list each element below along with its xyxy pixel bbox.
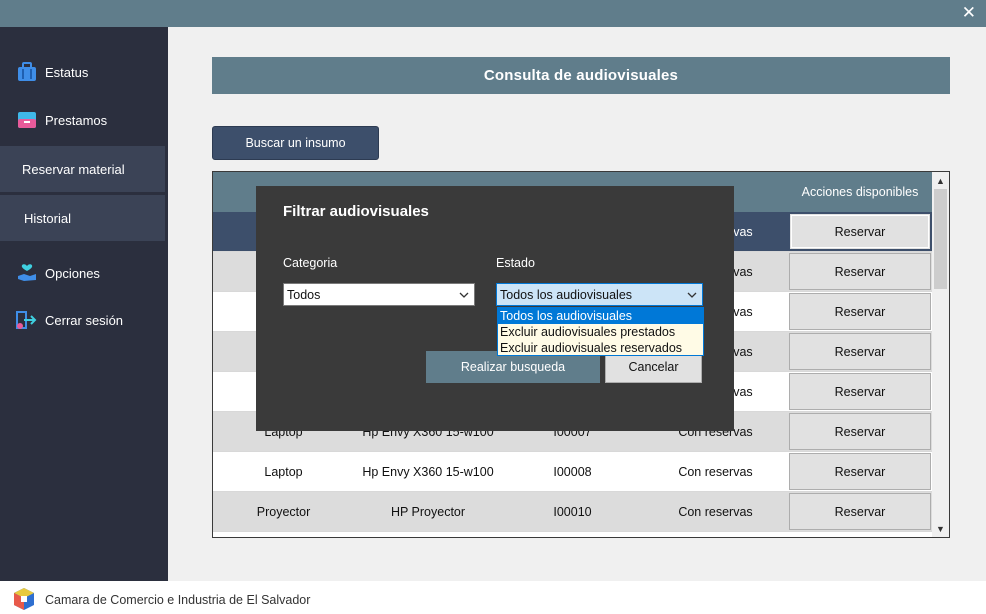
sidebar-item-label: Opciones bbox=[45, 265, 100, 281]
sidebar-item-label: Estatus bbox=[45, 64, 89, 80]
state-select[interactable]: Todos los audiovisuales bbox=[496, 283, 703, 306]
chevron-down-icon bbox=[459, 286, 469, 307]
table-cell: I00010 bbox=[553, 505, 592, 519]
reserve-button[interactable]: Reservar bbox=[789, 373, 931, 410]
chamber-logo-icon bbox=[12, 587, 36, 611]
briefcase-icon bbox=[16, 61, 38, 83]
table-cell: Hp Envy X360 15-w100 bbox=[362, 465, 494, 479]
logout-icon bbox=[16, 309, 38, 331]
table-cell: Laptop bbox=[264, 465, 303, 479]
sidebar-item-historial[interactable]: Historial bbox=[0, 195, 165, 241]
table-cell: I00008 bbox=[553, 465, 592, 479]
reserve-button[interactable]: Reservar bbox=[789, 333, 931, 370]
page-title: Consulta de audiovisuales bbox=[212, 57, 950, 94]
sidebar-item-label: Reservar material bbox=[22, 161, 125, 177]
scroll-down-icon[interactable]: ▼ bbox=[932, 520, 949, 537]
state-dropdown-list: Todos los audiovisuales Excluir audiovis… bbox=[497, 307, 704, 356]
chevron-down-icon bbox=[687, 286, 697, 307]
hand-heart-icon bbox=[16, 262, 38, 284]
reserve-button[interactable]: Reservar bbox=[789, 413, 931, 450]
table-scrollbar[interactable]: ▲ ▼ bbox=[932, 172, 949, 537]
scrollbar-thumb[interactable] bbox=[934, 189, 947, 289]
state-option[interactable]: Todos los audiovisuales bbox=[498, 308, 703, 324]
actions-column-header: Acciones disponibles bbox=[801, 185, 919, 199]
sidebar-item-prestamos[interactable]: Prestamos bbox=[0, 97, 165, 143]
filter-dialog: Filtrar audiovisuales Categoria Todos Es… bbox=[256, 186, 734, 431]
sidebar-item-label: Historial bbox=[24, 210, 71, 226]
table-cell: HP Proyector bbox=[390, 505, 466, 519]
dialog-title: Filtrar audiovisuales bbox=[283, 203, 429, 220]
footer: Camara de Comercio e Industria de El Sal… bbox=[0, 581, 986, 614]
reserve-button[interactable]: Reservar bbox=[789, 213, 931, 250]
table-cell: Proyector bbox=[256, 505, 311, 519]
sidebar-item-label: Prestamos bbox=[45, 112, 108, 128]
sidebar-item-label: Cerrar sesión bbox=[45, 312, 124, 328]
scroll-up-icon[interactable]: ▲ bbox=[932, 172, 949, 189]
sidebar-item-cerrar-sesion[interactable]: Cerrar sesión bbox=[0, 297, 165, 343]
state-select-value: Todos los audiovisuales bbox=[500, 287, 633, 302]
state-label: Estado bbox=[496, 256, 535, 270]
search-item-button[interactable]: Buscar un insumo bbox=[212, 126, 379, 160]
table-row[interactable]: Proyector HP Proyector I00010 Con reserv… bbox=[213, 492, 932, 532]
drawer-icon bbox=[16, 109, 38, 131]
table-cell: Con reservas bbox=[678, 505, 753, 519]
sidebar-item-reservar-material[interactable]: Reservar material bbox=[0, 146, 165, 192]
reserve-button[interactable]: Reservar bbox=[789, 453, 931, 490]
close-icon[interactable]: ✕ bbox=[962, 4, 976, 22]
reserve-button[interactable]: Reservar bbox=[789, 253, 931, 290]
state-option[interactable]: Excluir audiovisuales prestados bbox=[498, 324, 703, 340]
table-cell: Con reservas bbox=[678, 465, 753, 479]
reserve-button[interactable]: Reservar bbox=[789, 493, 931, 530]
category-label: Categoria bbox=[283, 256, 338, 270]
category-select[interactable]: Todos bbox=[283, 283, 475, 306]
footer-text: Camara de Comercio e Industria de El Sal… bbox=[45, 593, 311, 607]
state-option[interactable]: Excluir audiovisuales reservados bbox=[498, 340, 703, 356]
window-titlebar: ✕ bbox=[0, 0, 986, 27]
sidebar: Estatus Prestamos Reservar material Hist… bbox=[0, 27, 168, 581]
sidebar-item-opciones[interactable]: Opciones bbox=[0, 250, 165, 296]
category-select-value: Todos bbox=[287, 287, 321, 302]
table-row[interactable]: Laptop Hp Envy X360 15-w100 I00008 Con r… bbox=[213, 452, 932, 492]
reserve-button[interactable]: Reservar bbox=[789, 293, 931, 330]
sidebar-item-estatus[interactable]: Estatus bbox=[0, 49, 165, 95]
